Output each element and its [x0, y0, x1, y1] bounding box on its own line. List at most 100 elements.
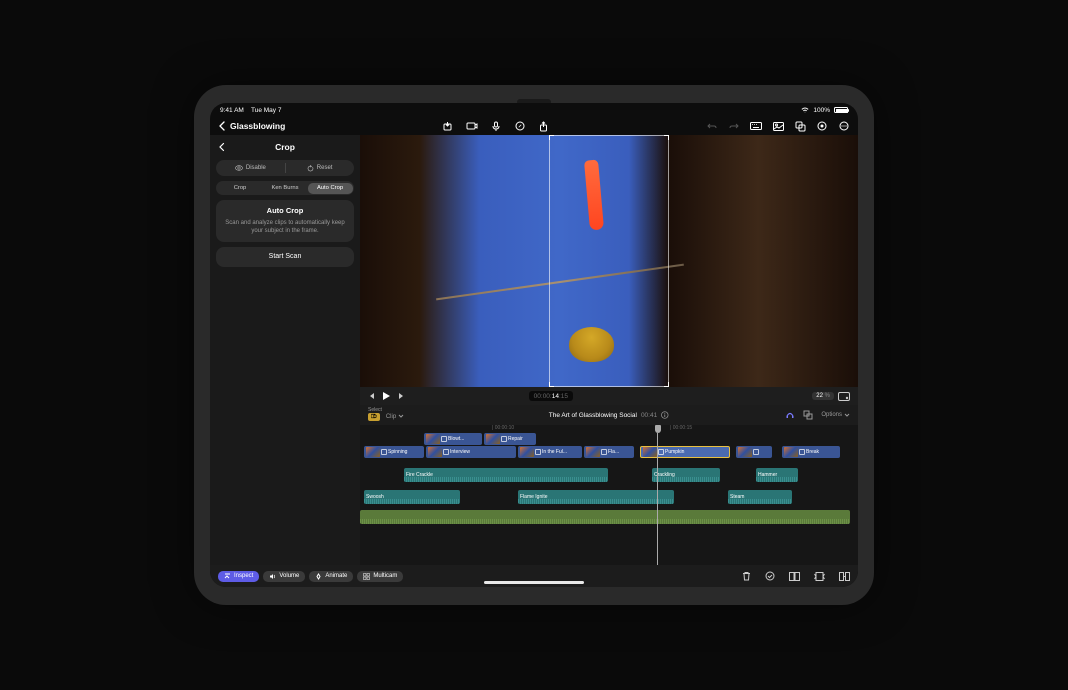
auto-crop-title: Auto Crop [224, 206, 346, 215]
import-icon[interactable] [442, 120, 454, 132]
video-frame [360, 135, 858, 387]
share-icon[interactable] [538, 120, 550, 132]
playhead[interactable] [655, 425, 661, 433]
next-frame-button[interactable] [397, 392, 405, 400]
back-button[interactable] [218, 121, 230, 131]
timeline-audio-clip[interactable]: Fire Crackle [404, 468, 608, 482]
disable-button[interactable]: Disable [216, 160, 285, 176]
battery-icon [834, 107, 848, 113]
timeline-clip[interactable]: Spinning [364, 446, 424, 458]
overlay-icon[interactable] [794, 120, 806, 132]
timeline-clip[interactable]: Interview [426, 446, 516, 458]
timeline-audio-clip[interactable]: Crackling [652, 468, 720, 482]
pencil-icon[interactable] [514, 120, 526, 132]
sidebar-header: Crop [216, 139, 354, 155]
trash-icon[interactable] [742, 571, 751, 581]
timeline-audio-clip[interactable]: Flame Ignite [518, 490, 674, 504]
arrange-icon[interactable] [839, 572, 850, 581]
home-indicator[interactable] [484, 581, 584, 584]
magnetic-icon[interactable] [785, 411, 795, 419]
main-area: Crop Disable Reset Crop Ken Burns [210, 135, 858, 565]
photo-icon[interactable] [772, 120, 784, 132]
timeline-clip[interactable]: Blowt... [424, 433, 482, 445]
volume-button[interactable]: Volume [263, 571, 305, 582]
timeline-ruler[interactable]: | 00:00:10 | 00:00:15 [360, 425, 858, 433]
timeline-header: Select ⎄ Clip The Art of Glassblowing So… [360, 405, 858, 425]
auto-crop-card: Auto Crop Scan and analyze clips to auto… [216, 200, 354, 242]
transport-bar: 00:00:14:15 22 % [360, 387, 858, 405]
clip-badge: ⎄ [368, 413, 380, 421]
timeline-clip[interactable]: In the Ful... [518, 446, 582, 458]
multicam-button[interactable]: Multicam [357, 571, 403, 582]
inspect-button[interactable]: Inspect [218, 571, 259, 582]
start-scan-button[interactable]: Start Scan [216, 247, 354, 267]
tab-auto-crop[interactable]: Auto Crop [308, 183, 353, 194]
timeline-audio-clip[interactable]: Swoosh [364, 490, 460, 504]
undo-icon[interactable] [706, 120, 718, 132]
zoom-value[interactable]: 22 % [812, 392, 834, 400]
audio-track-1: Fire Crackle Crackling Hammer [360, 468, 858, 482]
auto-crop-text: Scan and analyze clips to automatically … [224, 219, 346, 236]
redo-icon[interactable] [728, 120, 740, 132]
music-clip[interactable] [360, 510, 850, 524]
camera-icon[interactable] [466, 120, 478, 132]
reset-label: Reset [317, 165, 333, 171]
tracks: Blowt...Repair SpinningInterviewIn the F… [360, 433, 858, 524]
timeline-header-right: Options [785, 410, 850, 420]
keyboard-icon[interactable] [750, 120, 762, 132]
timeline-duration: 00:41 [641, 412, 657, 419]
video-track-1: SpinningInterviewIn the Ful...Fla... Pump… [360, 446, 858, 460]
status-right: 100% [801, 107, 848, 114]
select-label: Select [368, 407, 382, 413]
top-bar: Glassblowing [210, 117, 858, 135]
tools-icon[interactable] [816, 120, 828, 132]
music-track [360, 510, 858, 524]
timeline-clip[interactable]: Fla... [584, 446, 634, 458]
timeline-clip[interactable]: Repair [484, 433, 536, 445]
status-time: 9:41 AM [220, 107, 244, 114]
more-icon[interactable] [838, 120, 850, 132]
playhead-line [657, 433, 658, 565]
disable-reset-row: Disable Reset [216, 160, 354, 176]
tab-ken-burns[interactable]: Ken Burns [263, 183, 308, 194]
top-right-tools [706, 120, 850, 132]
ipad-device-frame: 9:41 AM Tue May 7 100% Glassblowing [194, 85, 874, 605]
audio-track-2: Swoosh Flame Ignite Steam [360, 490, 858, 504]
snap-icon[interactable] [803, 410, 813, 420]
timeline-title-group: The Art of Glassblowing Social 00:41 [549, 411, 669, 419]
timeline-audio-clip[interactable]: Hammer [756, 468, 798, 482]
voiceover-icon[interactable] [490, 120, 502, 132]
video-viewer[interactable] [360, 135, 858, 387]
crop-rectangle[interactable] [549, 135, 669, 387]
screen: 9:41 AM Tue May 7 100% Glassblowing [210, 103, 858, 587]
sidebar-back-button[interactable] [218, 142, 225, 152]
status-left: 9:41 AM Tue May 7 [220, 107, 281, 114]
timecode-display[interactable]: 00:00:14:15 [529, 391, 573, 401]
check-icon[interactable] [765, 571, 775, 581]
clip-mode[interactable]: Clip [386, 414, 404, 420]
timeline-clip[interactable]: Break [782, 446, 840, 458]
status-bar: 9:41 AM Tue May 7 100% [210, 103, 858, 117]
timeline-project-title: The Art of Glassblowing Social [549, 412, 637, 419]
timeline[interactable]: | 00:00:10 | 00:00:15 Blowt...Repair Spi… [360, 425, 858, 565]
split-icon[interactable] [789, 572, 800, 581]
status-date: Tue May 7 [251, 107, 281, 114]
display-options-icon[interactable] [838, 392, 850, 401]
zoom-controls: 22 % [812, 392, 850, 401]
bottom-right-tools [742, 571, 850, 581]
info-icon[interactable] [661, 411, 669, 419]
reset-button[interactable]: Reset [285, 160, 354, 176]
prev-frame-button[interactable] [368, 392, 376, 400]
play-controls [368, 391, 405, 401]
timeline-audio-clip[interactable]: Steam [728, 490, 792, 504]
top-center-tools [285, 120, 706, 132]
trim-icon[interactable] [814, 572, 825, 581]
battery-pct: 100% [813, 107, 830, 114]
play-button[interactable] [382, 391, 391, 401]
timeline-clip[interactable] [736, 446, 772, 458]
options-button[interactable]: Options [821, 412, 850, 418]
video-track-2: Blowt...Repair [360, 433, 858, 445]
tab-crop[interactable]: Crop [218, 183, 263, 194]
animate-button[interactable]: Animate [309, 571, 353, 582]
timeline-clip[interactable]: Pumpkin [640, 446, 730, 458]
